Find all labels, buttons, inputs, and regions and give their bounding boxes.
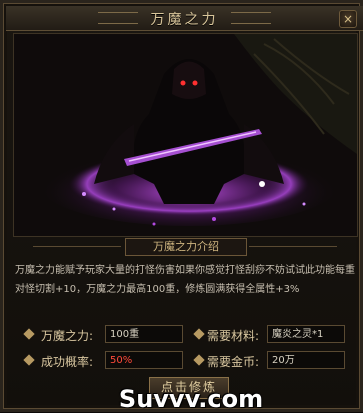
intro-description: 万魔之力能赋予玩家大量的打怪伤害如果你感觉打怪刮痧不妨试试此功能每重对怪切割+1… — [15, 265, 355, 295]
demon-figure-illustration — [14, 34, 357, 236]
title-bar[interactable]: 万魔之力 × — [6, 6, 363, 31]
power-value: 100重 — [105, 325, 183, 343]
intro-header: 万魔之力介绍 — [13, 235, 356, 257]
intro-divider-right — [249, 246, 337, 247]
title-ornament-right — [231, 12, 271, 24]
material-value: 魔炎之灵*1 — [267, 325, 345, 343]
intro-title: 万魔之力介绍 — [125, 238, 247, 256]
diamond-bullet-icon — [23, 328, 35, 340]
close-button[interactable]: × — [339, 10, 357, 28]
diamond-bullet-icon — [193, 354, 205, 366]
gold-label: 需要金币: — [207, 355, 260, 369]
stats-row-2: 成功概率: 50% 需要金币: 20万 — [21, 351, 351, 371]
gold-value: 20万 — [267, 351, 345, 369]
success-rate-value: 50% — [105, 351, 183, 369]
power-label: 万魔之力: — [41, 329, 94, 343]
stats-row-1: 万魔之力: 100重 需要材料: 魔炎之灵*1 — [21, 325, 351, 345]
intro-divider-left — [33, 246, 121, 247]
diamond-bullet-icon — [193, 328, 205, 340]
material-label: 需要材料: — [207, 329, 260, 343]
diamond-bullet-icon — [23, 354, 35, 366]
watermark-text: Suvvv.com — [118, 385, 264, 413]
window-title: 万魔之力 — [150, 12, 219, 28]
demon-artwork — [13, 33, 358, 237]
success-rate-label: 成功概率: — [41, 355, 94, 369]
game-panel: 万魔之力 × 万魔之力介绍 万魔之力能赋予玩家大量的打怪伤害如果你感觉打怪刮痧不… — [0, 0, 363, 413]
